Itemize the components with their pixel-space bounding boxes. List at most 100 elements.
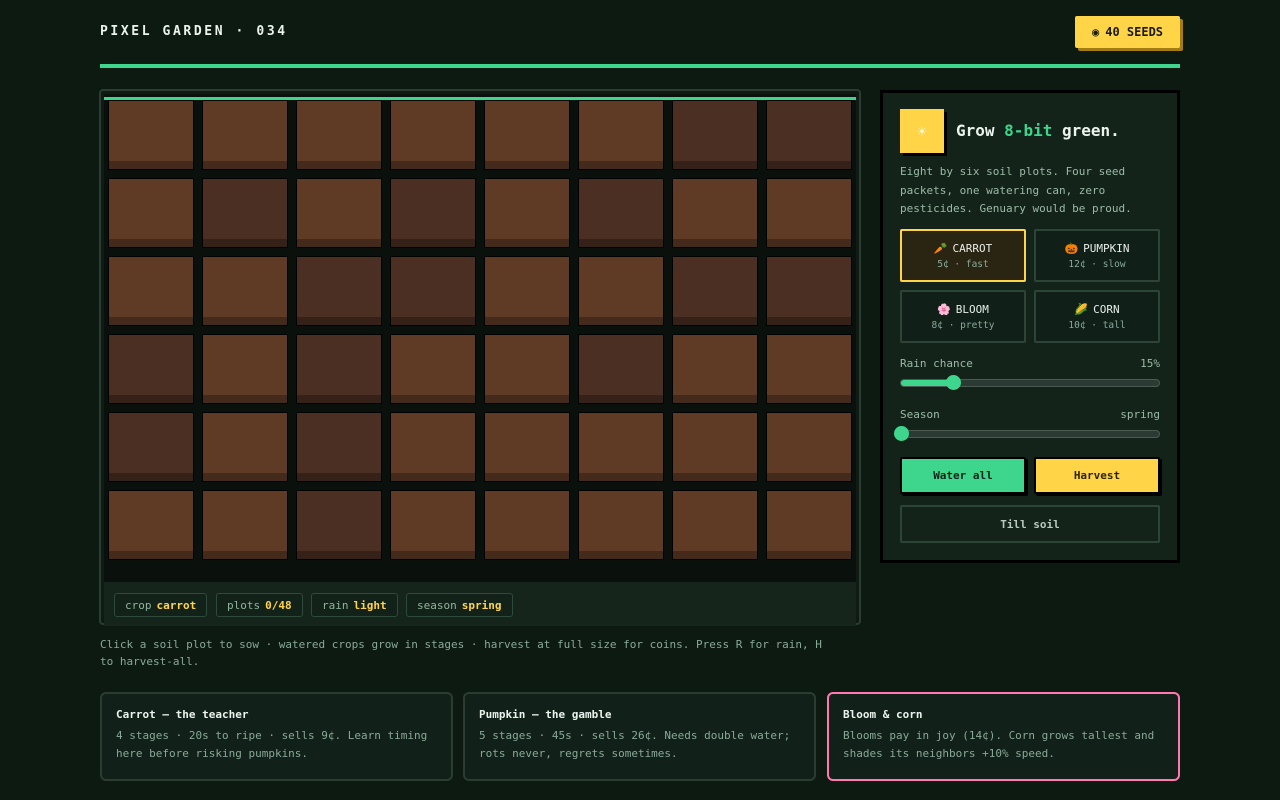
crop-meta: 10¢ · tall xyxy=(1068,319,1126,331)
harvest-button[interactable]: Harvest xyxy=(1034,457,1160,494)
soil-plot[interactable] xyxy=(766,334,852,404)
soil-plot[interactable] xyxy=(202,256,288,326)
status-chip-crop: crop carrot xyxy=(114,593,208,617)
soil-plot[interactable] xyxy=(672,490,758,560)
carrot-icon: 🥕 xyxy=(933,241,948,255)
soil-plot[interactable] xyxy=(390,412,476,482)
soil-plot[interactable] xyxy=(390,256,476,326)
soil-plot[interactable] xyxy=(766,100,852,170)
header-divider xyxy=(100,64,1180,68)
crop-meta: 12¢ · slow xyxy=(1068,258,1126,270)
soil-plot[interactable] xyxy=(202,334,288,404)
rain-value: 15% xyxy=(1140,357,1160,370)
info-card-bloom-corn: Bloom & corn Blooms pay in joy (14¢). Co… xyxy=(827,692,1180,781)
soil-plot[interactable] xyxy=(484,256,570,326)
control-panel: ☀ Grow 8-bit green. Eight by six soil pl… xyxy=(880,90,1180,563)
soil-plot[interactable] xyxy=(296,256,382,326)
soil-plot[interactable] xyxy=(296,412,382,482)
soil-plot[interactable] xyxy=(296,178,382,248)
soil-plot[interactable] xyxy=(484,412,570,482)
status-crop-value: carrot xyxy=(156,598,197,612)
rain-slider-thumb[interactable] xyxy=(945,375,961,390)
soil-plot[interactable] xyxy=(672,100,758,170)
season-value: spring xyxy=(1120,408,1160,421)
soil-plot[interactable] xyxy=(390,334,476,404)
water-all-button[interactable]: Water all xyxy=(900,457,1026,494)
seeds-counter: ◉ 40 SEEDS xyxy=(1075,16,1180,48)
crop-button-pumpkin[interactable]: 🎃 PUMPKIN 12¢ · slow xyxy=(1034,229,1160,282)
soil-plot[interactable] xyxy=(672,178,758,248)
season-label-row: Season spring xyxy=(900,408,1160,421)
soil-plot[interactable] xyxy=(484,178,570,248)
soil-plot[interactable] xyxy=(766,490,852,560)
status-chip-season: season spring xyxy=(406,593,513,617)
soil-plot[interactable] xyxy=(484,100,570,170)
soil-plot[interactable] xyxy=(390,178,476,248)
soil-plot[interactable] xyxy=(390,490,476,560)
status-chip-rain: rain light xyxy=(311,593,398,617)
status-plots-value: 0/48 xyxy=(265,598,292,612)
soil-plot[interactable] xyxy=(296,490,382,560)
soil-plot[interactable] xyxy=(296,334,382,404)
card-text: Blooms pay in joy (14¢). Corn grows tall… xyxy=(843,729,1155,760)
crop-name: CARROT xyxy=(952,241,993,255)
soil-plot[interactable] xyxy=(766,178,852,248)
panel-title-suffix: green. xyxy=(1052,121,1120,140)
crop-meta: 5¢ · fast xyxy=(937,258,989,270)
top-bar: PIXEL GARDEN · 034 ◉ 40 SEEDS xyxy=(100,0,1180,64)
till-soil-button[interactable]: Till soil xyxy=(900,505,1160,543)
rain-slider[interactable] xyxy=(900,375,1160,390)
soil-plot[interactable] xyxy=(108,100,194,170)
soil-plot[interactable] xyxy=(578,178,664,248)
seeds-label: 40 SEEDS xyxy=(1105,25,1164,39)
season-slider[interactable] xyxy=(894,426,1160,441)
panel-title: Grow 8-bit green. xyxy=(956,121,1120,140)
status-crop-key: crop xyxy=(125,598,152,612)
card-text: 5 stages · 45s · sells 26¢. Needs double… xyxy=(479,729,791,760)
status-season-key: season xyxy=(417,598,457,612)
soil-plot[interactable] xyxy=(672,334,758,404)
soil-plot[interactable] xyxy=(484,490,570,560)
flower-icon: 🌸 xyxy=(937,302,951,316)
soil-plot[interactable] xyxy=(672,412,758,482)
card-title: Bloom & corn xyxy=(843,708,923,721)
soil-plot[interactable] xyxy=(484,334,570,404)
card-text: 4 stages · 20s to ripe · sells 9¢. Learn… xyxy=(116,729,428,760)
soil-plot[interactable] xyxy=(578,256,664,326)
season-slider-thumb[interactable] xyxy=(894,426,909,441)
crop-button-carrot[interactable]: 🥕 CARROT 5¢ · fast xyxy=(900,229,1026,282)
soil-plot[interactable] xyxy=(202,490,288,560)
soil-plot[interactable] xyxy=(202,412,288,482)
soil-plot[interactable] xyxy=(390,100,476,170)
soil-grid xyxy=(108,100,854,560)
rain-slider-fill xyxy=(901,380,953,386)
soil-plot[interactable] xyxy=(578,412,664,482)
crop-name: BLOOM xyxy=(955,302,989,316)
status-season-value: spring xyxy=(461,598,502,612)
soil-plot[interactable] xyxy=(108,412,194,482)
soil-plot[interactable] xyxy=(766,256,852,326)
instructions-text: Click a soil plot to sow · watered crops… xyxy=(100,638,822,668)
soil-plot[interactable] xyxy=(108,490,194,560)
crop-button-bloom[interactable]: 🌸 BLOOM 8¢ · pretty xyxy=(900,290,1026,343)
rain-label: Rain chance xyxy=(900,357,973,370)
panel-title-accent: 8-bit xyxy=(1004,121,1053,140)
soil-plot[interactable] xyxy=(766,412,852,482)
soil-plot[interactable] xyxy=(108,256,194,326)
garden-board: crop carrot plots 0/48 rain light season… xyxy=(99,89,861,626)
crop-button-corn[interactable]: 🌽 CORN 10¢ · tall xyxy=(1034,290,1160,343)
soil-plot[interactable] xyxy=(578,100,664,170)
status-bar: crop carrot plots 0/48 rain light season… xyxy=(104,580,856,626)
soil-plot[interactable] xyxy=(578,490,664,560)
soil-plot[interactable] xyxy=(108,334,194,404)
soil-plot[interactable] xyxy=(672,256,758,326)
soil-plot[interactable] xyxy=(202,178,288,248)
info-card-carrot: Carrot — the teacher 4 stages · 20s to r… xyxy=(100,692,453,781)
coin-icon: ◉ xyxy=(1091,25,1100,39)
soil-plot[interactable] xyxy=(108,178,194,248)
garden-board-inner: crop carrot plots 0/48 rain light season… xyxy=(104,94,856,626)
soil-plot[interactable] xyxy=(296,100,382,170)
soil-plot[interactable] xyxy=(202,100,288,170)
panel-description: Eight by six soil plots. Four seed packe… xyxy=(900,165,1132,215)
soil-plot[interactable] xyxy=(578,334,664,404)
